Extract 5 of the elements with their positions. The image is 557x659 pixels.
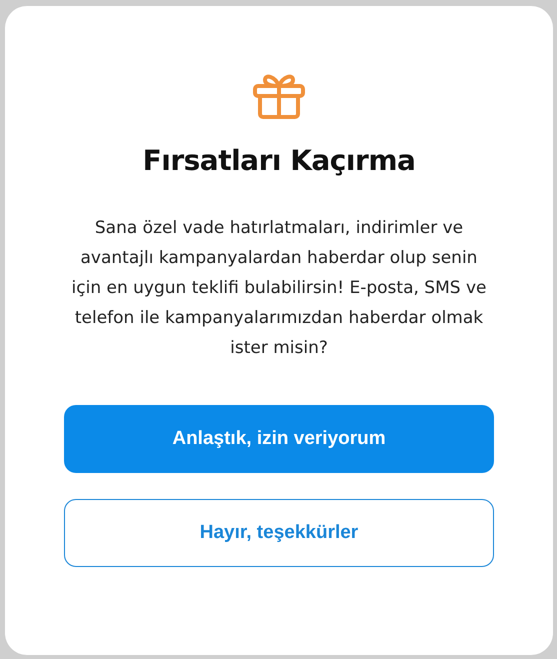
decline-button[interactable]: Hayır, teşekkürler <box>64 499 494 567</box>
accept-button[interactable]: Anlaştık, izin veriyorum <box>64 405 494 473</box>
dialog-title: Fırsatları Kaçırma <box>142 144 416 177</box>
dialog-message: Sana özel vade hatırlatmaları, indirimler ve avantajlı kampanyalardan haberdar olup senin için en uygun teklifi bulabilirsin! E-posta, SMS ve telefon ile kampanyalarımızdan haberdar olmak ister misin? <box>70 217 488 360</box>
gift-icon <box>251 72 307 120</box>
